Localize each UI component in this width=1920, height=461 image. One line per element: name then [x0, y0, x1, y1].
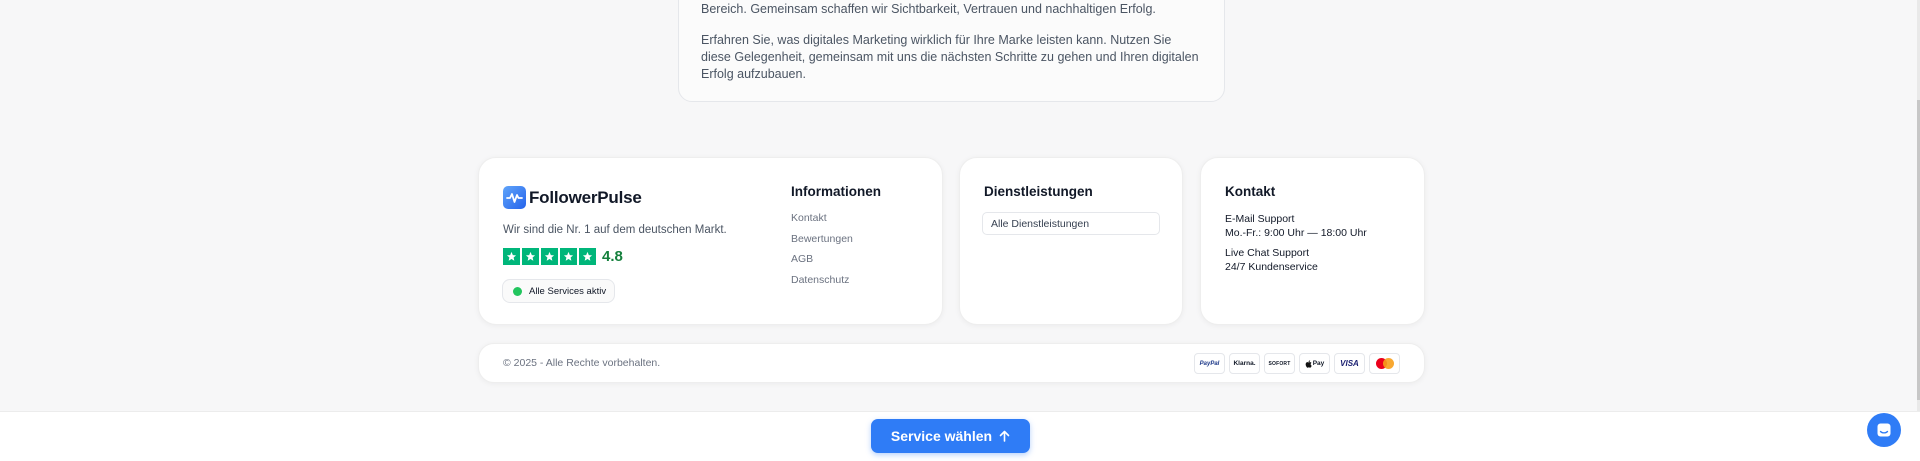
info-links: Kontakt Bewertungen AGB Datenschutz [791, 212, 881, 294]
footer-link-kontakt[interactable]: Kontakt [791, 212, 881, 233]
chat-support-label: Live Chat Support [1225, 247, 1310, 259]
email-support-label: E-Mail Support [1225, 213, 1295, 225]
chat-icon [1877, 423, 1891, 437]
brand-card: FollowerPulse Wir sind die Nr. 1 auf dem… [478, 157, 943, 325]
chat-support-hours: 24/7 Kundenservice [1225, 260, 1318, 273]
email-support-hours: Mo.-Fr.: 9:00 Uhr — 18:00 Uhr [1225, 226, 1367, 239]
brand-tagline: Wir sind die Nr. 1 auf dem deutschen Mar… [503, 224, 727, 236]
service-select-button[interactable]: Service wählen [871, 419, 1030, 453]
brand-logo[interactable]: FollowerPulse [503, 186, 642, 209]
footer-link-datenschutz[interactable]: Datenschutz [791, 274, 881, 295]
sofort-icon: SOFORT [1264, 353, 1295, 374]
services-title: Dienstleistungen [984, 184, 1093, 199]
rating-value: 4.8 [602, 248, 623, 265]
contact-title: Kontakt [1225, 184, 1276, 199]
status-dot-icon [513, 286, 522, 296]
footer-link-agb[interactable]: AGB [791, 253, 881, 274]
chat-button[interactable] [1867, 413, 1901, 447]
footer-bottom-bar: © 2025 - Alle Rechte vorbehalten. PayPal… [478, 343, 1425, 383]
star-icon [579, 248, 596, 265]
brand-name: FollowerPulse [529, 187, 642, 207]
info-column: Informationen Kontakt Bewertungen AGB Da… [791, 184, 881, 294]
apple-pay-icon: Pay [1299, 353, 1330, 374]
star-icon [541, 248, 558, 265]
payment-methods: PayPal Klarna. SOFORT Pay VISA [1194, 353, 1400, 374]
contact-card: Kontakt E-Mail Support Mo.-Fr.: 9:00 Uhr… [1200, 157, 1425, 325]
services-card: Dienstleistungen Alle Dienstleistungen [959, 157, 1183, 325]
mastercard-icon [1369, 353, 1400, 374]
footer-link-bewertungen[interactable]: Bewertungen [791, 233, 881, 254]
email-support: E-Mail Support Mo.-Fr.: 9:00 Uhr — 18:00… [1225, 213, 1367, 240]
service-select-label: Service wählen [890, 428, 993, 444]
rating-stars [503, 248, 596, 265]
pulse-icon [503, 186, 526, 209]
intro-text-2: Erfahren Sie, was digitales Marketing wi… [701, 33, 1199, 81]
paypal-icon: PayPal [1194, 353, 1225, 374]
intro-card: Bereich. Gemeinsam schaffen wir Sichtbar… [678, 0, 1225, 102]
arrow-up-icon [999, 430, 1010, 442]
star-icon [503, 248, 520, 265]
intro-text-1: Bereich. Gemeinsam schaffen wir Sichtbar… [701, 2, 1156, 16]
copyright-text: © 2025 - Alle Rechte vorbehalten. [503, 357, 661, 369]
chat-support: Live Chat Support 24/7 Kundenservice [1225, 247, 1318, 274]
klarna-icon: Klarna. [1229, 353, 1260, 374]
all-services-link[interactable]: Alle Dienstleistungen [982, 212, 1160, 235]
status-badge: Alle Services aktiv [502, 279, 616, 303]
status-text: Alle Services aktiv [529, 285, 607, 297]
star-icon [522, 248, 539, 265]
info-title: Informationen [791, 184, 881, 199]
star-icon [560, 248, 577, 265]
trustpilot-rating[interactable]: 4.8 [503, 248, 623, 265]
visa-icon: VISA [1334, 353, 1365, 374]
